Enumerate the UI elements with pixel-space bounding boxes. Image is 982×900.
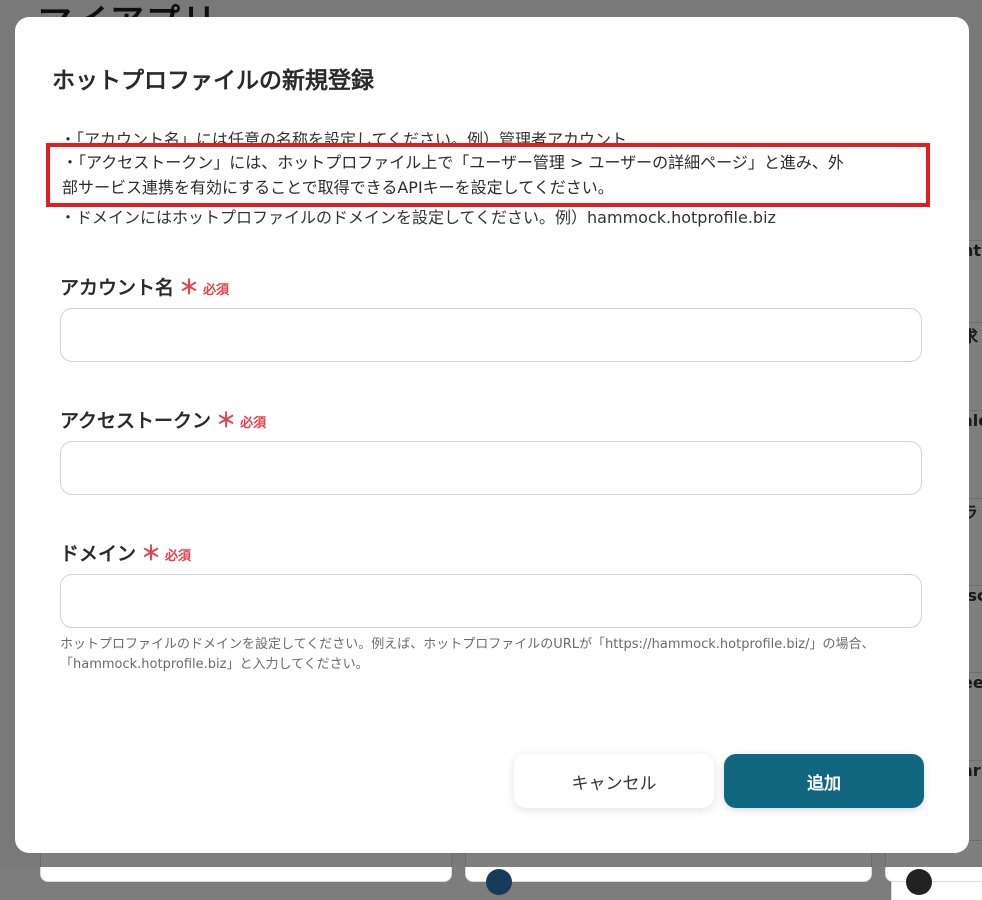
description-access-token-cont: 部サービス連携を有効にすることで取得できるAPIキーを設定してください。 (62, 178, 614, 197)
required-star-icon: ＊ (141, 541, 162, 565)
help-text-line: 「hammock.hotprofile.biz」と入力してください。 (60, 657, 369, 672)
card-icon (486, 869, 512, 895)
access-token-label-text: アクセストークン (60, 410, 212, 432)
required-star-icon: ＊ (216, 408, 237, 432)
domain-help-text: ホットプロファイルのドメインを設定してください。例えば、ホットプロファイルのUR… (60, 635, 940, 675)
account-name-label-text: アカウント名 (60, 277, 175, 299)
access-token-label: アクセストークン＊必須 (60, 404, 266, 433)
required-badge: 必須 (203, 283, 230, 298)
description-access-token: ・「アクセストークン」には、ホットプロファイル上で「ユーザー管理 > ユーザーの… (62, 153, 844, 172)
cancel-button[interactable]: キャンセル (514, 754, 714, 808)
account-name-label: アカウント名＊必須 (60, 271, 229, 300)
required-badge: 必須 (240, 416, 267, 431)
domain-input[interactable] (60, 574, 922, 628)
card-icon (906, 869, 932, 895)
access-token-input[interactable] (60, 441, 922, 495)
help-text-line: ホットプロファイルのドメインを設定してください。例えば、ホットプロファイルのUR… (60, 637, 875, 652)
account-name-input[interactable] (60, 308, 922, 362)
add-button[interactable]: 追加 (724, 754, 924, 808)
highlight-annotation: ・「アクセストークン」には、ホットプロファイル上で「ユーザー管理 > ユーザーの… (46, 143, 930, 207)
dialog-title: ホットプロファイルの新規登録 (52, 68, 374, 94)
register-dialog: ホットプロファイルの新規登録 ・「アカウント名」には任意の名称を設定してください… (15, 17, 969, 853)
domain-label-text: ドメイン (60, 543, 137, 565)
domain-label: ドメイン＊必須 (60, 537, 191, 566)
description-domain: ・ドメインにはホットプロファイルのドメインを設定してください。例）hammock… (60, 208, 776, 227)
required-badge: 必須 (165, 549, 192, 564)
required-star-icon: ＊ (179, 275, 200, 299)
